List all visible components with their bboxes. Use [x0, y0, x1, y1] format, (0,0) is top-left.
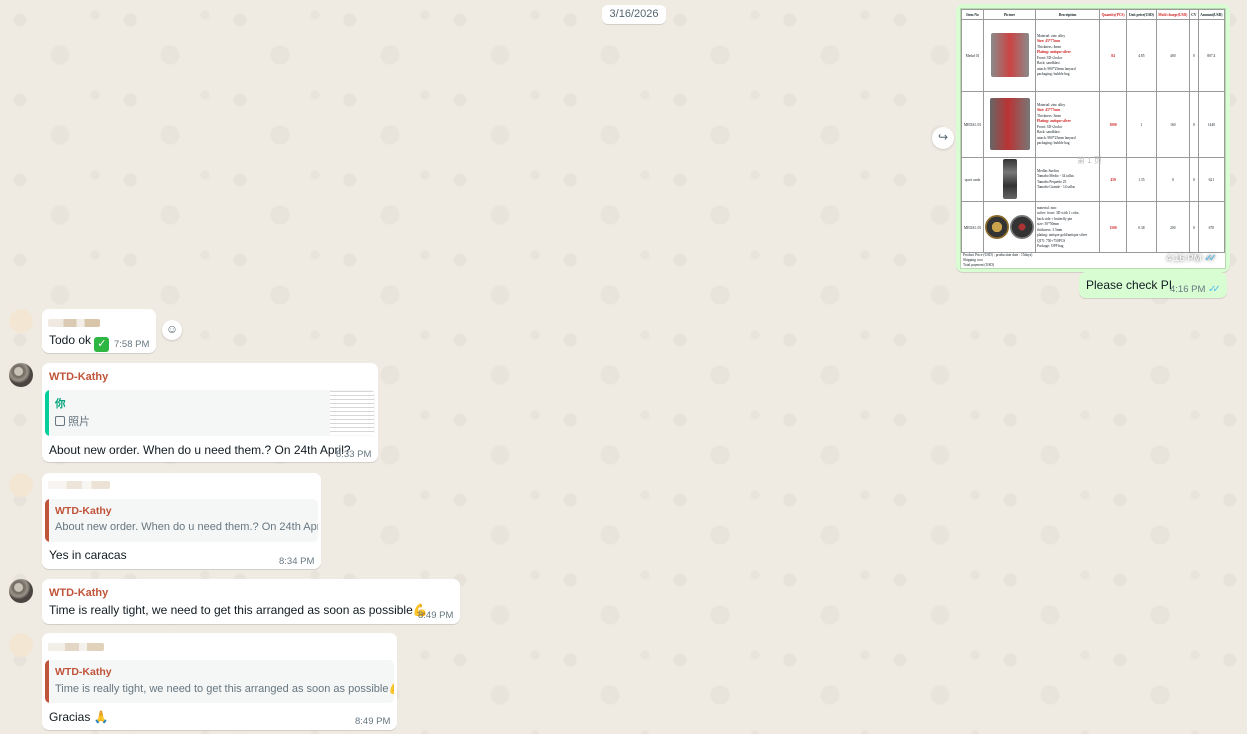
avatar[interactable] [9, 633, 33, 657]
table-cell: 1.35 [1126, 157, 1157, 202]
image-icon [55, 416, 65, 426]
sender-name: WTD-Kathy [49, 587, 109, 599]
table-cell: 160 [1155, 91, 1191, 158]
smiley-icon[interactable]: ☺ [162, 320, 182, 340]
table-cell: 0 [1189, 157, 1199, 202]
pi-table: Item No Picture Description Quantity(PCS… [961, 9, 1225, 254]
quote-text: Time is really tight, we need to get thi… [55, 682, 394, 695]
avatar[interactable] [9, 309, 33, 333]
table-cell: 1000 [1098, 91, 1128, 158]
table-cell: Medal 01 [961, 19, 984, 92]
table-header-cell: Unit price(USD) [1126, 9, 1157, 20]
quoted-message[interactable]: WTD-Kathy About new order. When do u nee… [45, 499, 318, 542]
quote-text: About new order. When do u need them.? O… [55, 521, 318, 533]
table-cell: 200 [1155, 201, 1191, 254]
message-time: 8:49 PM [355, 716, 391, 727]
sender-name: WTD-Kathy [49, 371, 109, 383]
folded-hands-emoji: 🙏 [93, 710, 109, 724]
table-cell: 84 [1098, 19, 1128, 92]
table-header-cell: Amount(USD) [1197, 9, 1225, 20]
outgoing-message[interactable]: Please check PI 4:16 PM ✓✓ [1079, 272, 1227, 298]
message-text: About new order. When do u need them.? O… [49, 443, 351, 457]
product-picture [983, 19, 1036, 92]
double-check-icon: ✓✓ [1208, 284, 1221, 295]
message-text: Todo ok ✓ [49, 333, 110, 352]
incoming-message[interactable]: Todo ok ✓ 7:58 PM [42, 309, 156, 353]
quoted-message[interactable]: 你 照片 [45, 390, 375, 436]
product-picture [983, 201, 1036, 254]
table-header-cell: CV [1189, 9, 1199, 20]
quote-author: WTD-Kathy [55, 666, 112, 678]
avatar[interactable] [9, 363, 33, 387]
quote-bar [45, 390, 49, 436]
page-watermark: 第 1 页 [1077, 156, 1102, 165]
table-cell: 459 [1098, 157, 1128, 202]
message-text: Gracias 🙏 [49, 710, 109, 724]
table-cell: 670 [1197, 201, 1225, 254]
table-cell: 0 [1189, 91, 1199, 158]
quote-text: 照片 [55, 413, 90, 429]
sender-name-redacted [48, 319, 100, 327]
table-cell: material: zinc softer: front: 3D with 1 … [1035, 201, 1100, 254]
table-cell: 1500 [1098, 201, 1128, 254]
table-cell: 807.4 [1197, 19, 1225, 92]
table-row: MEDAL 05 material: zinc softer: front: 3… [961, 201, 1225, 254]
incoming-message[interactable]: WTD-Kathy About new order. When do u nee… [42, 473, 321, 569]
table-header-cell: Quantity(PCS) [1098, 9, 1128, 20]
table-cell: 1440 [1197, 91, 1225, 158]
pi-table-header: Item No Picture Description Quantity(PCS… [961, 9, 1225, 20]
table-cell: 621 [1197, 157, 1225, 202]
table-row: MEDAL 03 Material: zinc alloy Size: 45*7… [961, 91, 1225, 158]
table-cell: Material: zinc alloy Size: 45*77mm Thick… [1035, 19, 1100, 92]
incoming-message[interactable]: WTD-Kathy Time is really tight, we need … [42, 633, 397, 730]
double-check-icon: ✓✓ [1204, 253, 1217, 264]
avatar[interactable] [9, 473, 33, 497]
check-mark-emoji: ✓ [94, 337, 110, 352]
message-time: 7:58 PM [114, 339, 150, 350]
sender-name-redacted [48, 481, 110, 489]
message-time: 4:16 PM ✓✓ [1166, 253, 1217, 264]
message-time: 8:49 PM [418, 610, 454, 621]
table-cell: Material: zinc alloy Size: 45*77mm Thick… [1035, 91, 1100, 158]
table-cell: sport cards [961, 157, 984, 202]
table-cell: 400 [1155, 19, 1191, 92]
document-preview[interactable]: Item No Picture Description Quantity(PCS… [960, 8, 1226, 269]
table-cell: MEDAL 05 [961, 201, 984, 254]
message-text: Please check PI [1086, 278, 1173, 292]
forward-icon[interactable]: ↪ [932, 127, 954, 149]
table-cell: 0 [1189, 201, 1199, 254]
quote-author: WTD-Kathy [55, 505, 112, 517]
quote-bar [45, 660, 49, 703]
quote-bar [45, 499, 49, 542]
table-header-cell: Item No [961, 9, 984, 20]
incoming-message[interactable]: WTD-Kathy Time is really tight, we need … [42, 579, 460, 624]
date-separator: 3/16/2026 [602, 5, 666, 24]
quoted-thumbnail [330, 391, 374, 435]
quoted-message[interactable]: WTD-Kathy Time is really tight, we need … [45, 660, 394, 703]
table-cell: 0 [1155, 157, 1191, 202]
message-time: 4:16 PM ✓✓ [1170, 284, 1221, 295]
incoming-message[interactable]: WTD-Kathy 你 照片 About new order. When do … [42, 363, 378, 462]
table-row: Medal 01 Material: zinc alloy Size: 45*7… [961, 19, 1225, 92]
table-header-cell: Description [1035, 9, 1100, 20]
sender-name-redacted [48, 643, 104, 651]
table-cell: MEDAL 03 [961, 91, 984, 158]
table-cell: 0.38 [1126, 201, 1157, 254]
message-text: Time is really tight, we need to get thi… [49, 603, 428, 617]
avatar[interactable] [9, 579, 33, 603]
flexed-biceps-emoji: 💪 [388, 683, 394, 695]
table-header-cell: Mold charge(USD) [1155, 9, 1191, 20]
table-cell: 1 [1126, 91, 1157, 158]
message-time: 8:33 PM [336, 449, 372, 460]
message-time: 8:34 PM [279, 556, 315, 567]
table-cell: 4.85 [1126, 19, 1157, 92]
product-picture [983, 157, 1036, 202]
product-picture [983, 91, 1036, 158]
message-text: Yes in caracas [49, 548, 127, 562]
table-header-cell: Picture [983, 9, 1036, 20]
quote-author: 你 [55, 398, 66, 410]
table-cell: 0 [1189, 19, 1199, 92]
